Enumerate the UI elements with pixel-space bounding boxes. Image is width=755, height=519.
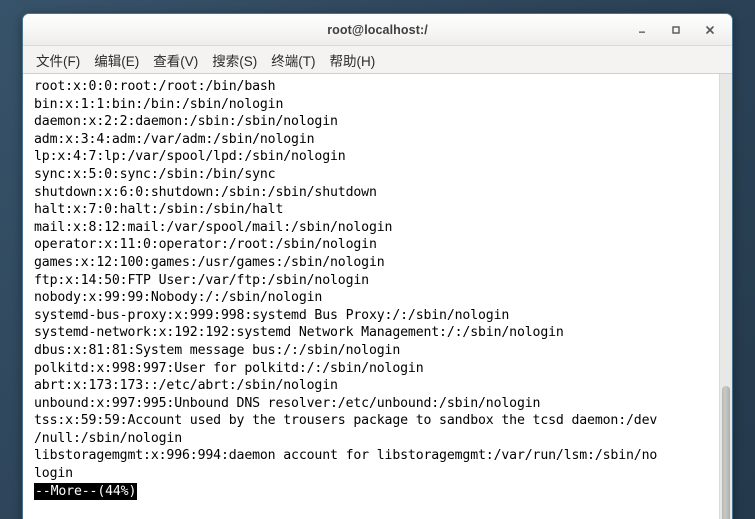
terminal-line: systemd-bus-proxy:x:999:998:systemd Bus … [34,307,510,323]
menu-item-edit[interactable]: 编辑(E) [87,48,146,72]
minimize-button[interactable] [632,20,652,40]
terminal-line: dbus:x:81:81:System message bus:/:/sbin/… [34,342,401,358]
terminal-line: halt:x:7:0:halt:/sbin:/sbin/halt [34,202,284,218]
desktop-background: root@localhost:/ 文件(F) 编辑(E) 查看(V) 搜索(S)… [0,0,755,519]
more-prompt: --More--(44%) [34,482,138,501]
menu-item-terminal[interactable]: 终端(T) [264,48,322,72]
terminal-line: unbound:x:997:995:Unbound DNS resolver:/… [34,395,541,411]
close-button[interactable] [700,20,720,40]
terminal-line: abrt:x:173:173::/etc/abrt:/sbin/nologin [34,378,338,394]
terminal-line: games:x:12:100:games:/usr/games:/sbin/no… [34,254,385,270]
close-icon [706,25,714,34]
terminal-line: polkitd:x:998:997:User for polkitd:/:/sb… [34,360,424,376]
terminal-line: bin:x:1:1:bin:/bin:/sbin/nologin [34,96,284,112]
terminal-line: tss:x:59:59:Account used by the trousers… [34,413,658,429]
terminal-line: operator:x:11:0:operator:/root:/sbin/nol… [34,237,377,253]
terminal-line: systemd-network:x:192:192:systemd Networ… [34,325,564,341]
terminal-area: root:x:0:0:root:/root:/bin/bash bin:x:1:1… [23,74,732,519]
terminal-scrollbar[interactable] [719,74,732,519]
terminal-window: root@localhost:/ 文件(F) 编辑(E) 查看(V) 搜索(S)… [22,13,733,519]
terminal-more-prompt-line: --More--(44%) [34,482,719,501]
terminal-line: ftp:x:14:50:FTP User:/var/ftp:/sbin/nolo… [34,272,369,288]
minimize-icon [639,31,645,33]
terminal-line: /null:/sbin/nologin [34,430,183,446]
menu-item-view[interactable]: 查看(V) [146,48,205,72]
window-controls [632,14,726,45]
scrollbar-thumb[interactable] [722,386,730,519]
maximize-icon [672,25,680,34]
terminal-line: login [34,466,73,482]
terminal-line: mail:x:8:12:mail:/var/spool/mail:/sbin/n… [34,219,393,235]
terminal-line: shutdown:x:6:0:shutdown:/sbin:/sbin/shut… [34,184,377,200]
menu-item-help[interactable]: 帮助(H) [323,48,383,72]
terminal-line: adm:x:3:4:adm:/var/adm:/sbin/nologin [34,131,315,147]
terminal-line: lp:x:4:7:lp:/var/spool/lpd:/sbin/nologin [34,149,346,165]
terminal-line: root:x:0:0:root:/root:/bin/bash [34,79,276,94]
terminal-output[interactable]: root:x:0:0:root:/root:/bin/bash bin:x:1:1… [23,74,719,519]
terminal-line: libstoragemgmt:x:996:994:daemon account … [34,448,658,464]
maximize-button[interactable] [666,20,686,40]
menu-item-search[interactable]: 搜索(S) [205,48,264,72]
terminal-line: daemon:x:2:2:daemon:/sbin:/sbin/nologin [34,114,338,130]
terminal-line: sync:x:5:0:sync:/sbin:/bin/sync [34,166,276,182]
menubar: 文件(F) 编辑(E) 查看(V) 搜索(S) 终端(T) 帮助(H) [23,46,732,74]
menu-item-file[interactable]: 文件(F) [29,48,87,72]
terminal-line: nobody:x:99:99:Nobody:/:/sbin/nologin [34,290,323,306]
window-title: root@localhost:/ [327,22,428,37]
window-titlebar[interactable]: root@localhost:/ [23,14,732,46]
